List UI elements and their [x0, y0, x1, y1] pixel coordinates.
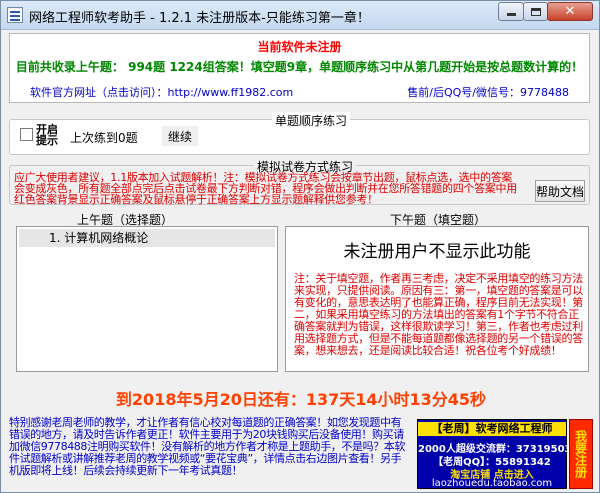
maximize-icon	[530, 7, 541, 16]
close-icon: ✕	[564, 4, 576, 19]
ad-shop-url: laozhouedu.taobao.com	[431, 478, 553, 489]
minimize-icon	[506, 13, 516, 16]
unregistered-notice: 未注册用户不显示此功能	[343, 242, 531, 262]
ad-title: 【老周】软考网络工程师	[418, 422, 566, 436]
fill-blank-note: 注：关于填空题，作者再三考虑，决定不采用填空的练习方法来实现，只提供阅读。原因有…	[294, 272, 583, 357]
register-button[interactable]: 我要注册	[569, 419, 593, 489]
sequential-practice-title: 单题顺序练习	[272, 112, 351, 129]
last-practice-status: 上次练到0题	[70, 131, 138, 145]
main-window: 网络工程师软考助手 - 1.2.1 未注册版本-只能练习第一章！ ✕ 当前软件未…	[0, 0, 600, 493]
sequential-practice-group: 单题顺序练习 开启提示 上次练到0题 继续	[9, 112, 590, 155]
help-docs-button[interactable]: 帮助文档	[535, 180, 585, 202]
exam-countdown: 到2018年5月20日还有：137天14小时13分45秒	[115, 390, 487, 409]
minimize-button[interactable]	[498, 2, 524, 21]
enable-hint-label[interactable]: 开启提示	[36, 124, 62, 146]
am-exam-list[interactable]: 1. 计算机网络概论	[16, 226, 278, 372]
enable-hint-checkbox[interactable]	[20, 128, 33, 141]
taobao-ad-banner[interactable]: 【老周】软考网络工程师 2000人超级交流群：373195039 【老周QQ】：…	[417, 419, 578, 489]
simulation-practice-group: 模拟试卷方式练习 应广大使用者建议，1.1版本加入试题解析！注：模拟试卷方式练习…	[9, 158, 590, 206]
official-website-link[interactable]: 软件官方网址（点击访问）：http://www.ff1982.com	[30, 84, 293, 100]
maximize-button[interactable]	[523, 2, 548, 21]
close-button[interactable]: ✕	[547, 2, 593, 21]
contact-qq: 售前/后QQ号/微信号：9778488	[407, 86, 569, 99]
simulation-instructions: 应广大使用者建议，1.1版本加入试题解析！注：模拟试卷方式练习会按章节出题，鼠标…	[14, 171, 517, 206]
unregistered-status: 当前软件未注册	[257, 40, 342, 54]
collection-summary: 目前共收录上午题： 994题 1224组答案！填空题9章，单题顺序练习中从第几题…	[15, 60, 584, 74]
website-url[interactable]: http://www.ff1982.com	[168, 86, 294, 99]
continue-button[interactable]: 继续	[162, 126, 198, 146]
list-item[interactable]: 1. 计算机网络概论	[19, 229, 275, 247]
thanks-note: 特别感谢老周老师的教学，才让作者有信心校对每道题的正确答案！如您发现题中有错误的…	[9, 416, 405, 477]
website-label: 软件官方网址（点击访问）：	[30, 86, 168, 99]
window-title: 网络工程师软考助手 - 1.2.1 未注册版本-只能练习第一章！	[29, 11, 370, 26]
pm-exam-panel: 未注册用户不显示此功能 注：关于填空题，作者再三考虑，决定不采用填空的练习方法来…	[285, 226, 589, 372]
app-icon	[7, 7, 23, 23]
title-bar[interactable]: 网络工程师软考助手 - 1.2.1 未注册版本-只能练习第一章！ ✕	[1, 1, 599, 30]
info-panel: 当前软件未注册 目前共收录上午题： 994题 1224组答案！填空题9章，单题顺…	[9, 33, 590, 103]
